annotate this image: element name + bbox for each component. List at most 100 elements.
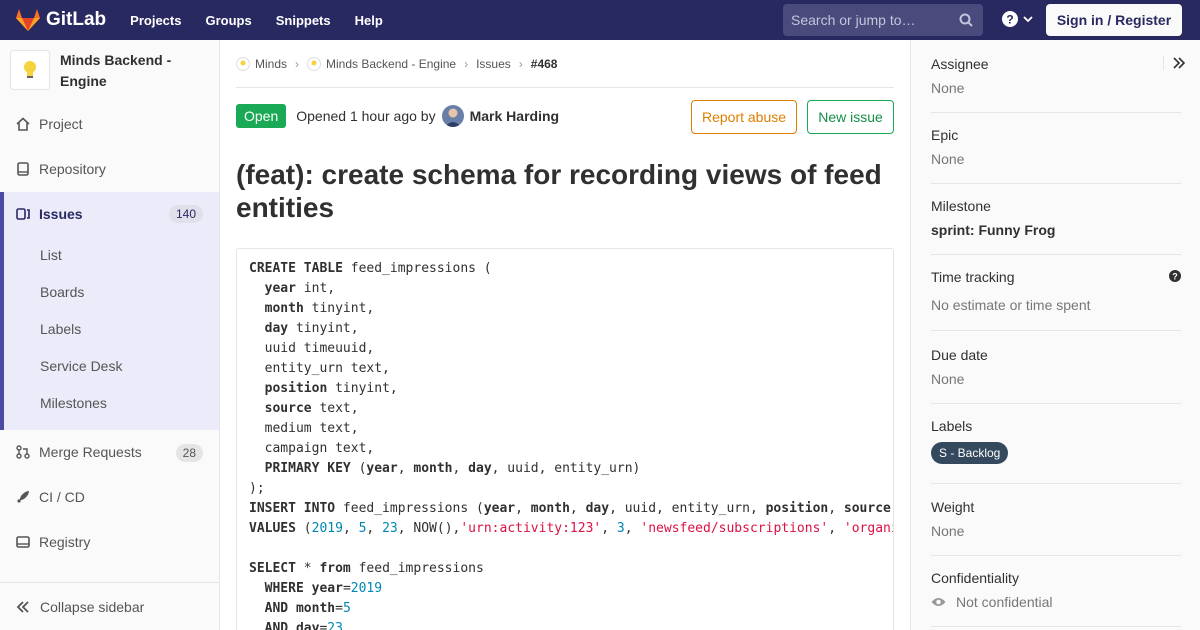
due-date-title: Due date <box>931 347 988 363</box>
status-badge: Open <box>236 104 287 128</box>
svg-text:?: ? <box>1006 13 1013 27</box>
sidebar-subitem-list[interactable]: List <box>40 247 62 263</box>
divider <box>931 183 1181 184</box>
sidebar-item-registry[interactable]: Registry <box>0 522 219 562</box>
sidebar-subitem-boards[interactable]: Boards <box>40 284 84 300</box>
lightbulb-icon <box>24 61 36 78</box>
sidebar-item-label: CI / CD <box>39 489 85 505</box>
question-icon: ? <box>1002 11 1018 27</box>
nav-groups[interactable]: Groups <box>205 13 251 28</box>
issues-count-badge: 140 <box>168 205 203 223</box>
confidentiality-row: Not confidential <box>931 594 1181 610</box>
divider <box>931 403 1181 404</box>
assignee-block: Assignee None <box>931 56 1181 96</box>
divider <box>931 626 1181 627</box>
sidebar-item-label: Registry <box>39 534 91 550</box>
epic-title: Epic <box>931 127 959 143</box>
breadcrumb-minds[interactable]: Minds <box>255 57 287 71</box>
weight-value: None <box>931 523 965 539</box>
book-icon <box>16 162 30 176</box>
chevron-right-icon: › <box>518 57 523 71</box>
sidebar-item-project[interactable]: Project <box>0 104 219 144</box>
breadcrumb-project[interactable]: Minds Backend - Engine <box>326 57 456 71</box>
project-name: Minds Backend - Engine <box>60 52 172 89</box>
collapse-label: Collapse sidebar <box>40 598 145 615</box>
avatar[interactable] <box>441 105 464 127</box>
labels-title: Labels <box>931 418 973 434</box>
home-icon <box>16 117 30 131</box>
sidebar-item-issues[interactable]: Issues 140 <box>4 192 219 236</box>
confidentiality-value: Not confidential <box>956 594 1053 610</box>
sidebar-item-label: Merge Requests <box>39 444 142 460</box>
nav-projects[interactable]: Projects <box>130 13 181 28</box>
breadcrumb-issue-number[interactable]: #468 <box>531 57 558 71</box>
rocket-icon <box>16 490 30 504</box>
milestone-value[interactable]: sprint: Funny Frog <box>931 222 1181 238</box>
opened-text: Opened 1 hour ago by <box>296 108 436 124</box>
collapse-sidebar-button[interactable]: Collapse sidebar <box>0 582 219 630</box>
eye-icon <box>931 598 946 606</box>
weight-title: Weight <box>931 499 975 515</box>
issue-status-row: Open Opened 1 hour ago by Mark Harding R… <box>236 100 894 134</box>
sidebar-item-repository[interactable]: Repository <box>0 149 219 189</box>
sidebar-subitem-service-desk[interactable]: Service Desk <box>40 358 122 374</box>
nav-help[interactable]: Help <box>355 13 383 28</box>
sidebar-item-label: Issues <box>39 206 83 222</box>
divider <box>931 555 1181 556</box>
issues-icon <box>16 207 30 221</box>
search-input[interactable]: Search or jump to… <box>783 4 983 36</box>
divider <box>931 112 1181 113</box>
nav-links: Projects Groups Snippets Help <box>130 13 407 28</box>
due-date-block: Due date None <box>931 347 1181 387</box>
top-navbar: GitLab Projects Groups Snippets Help Sea… <box>0 0 1200 40</box>
epic-value: None <box>931 151 965 167</box>
disk-icon <box>16 535 30 549</box>
main-content: Minds › Minds Backend - Engine › Issues … <box>236 40 894 630</box>
sidebar-item-merge-requests[interactable]: Merge Requests 28 <box>0 432 219 472</box>
labels-block: Labels S - Backlog <box>931 418 1181 464</box>
nav-snippets[interactable]: Snippets <box>276 13 331 28</box>
chevron-right-icon: › <box>464 57 469 71</box>
milestone-title: Milestone <box>931 198 991 214</box>
time-tracking-title: Time tracking <box>931 269 1015 285</box>
divider <box>931 330 1181 331</box>
confidentiality-title: Confidentiality <box>931 570 1019 586</box>
minds-avatar-icon <box>236 57 250 71</box>
breadcrumb-issues[interactable]: Issues <box>476 57 511 71</box>
sidebar-item-cicd[interactable]: CI / CD <box>0 477 219 517</box>
label-badge[interactable]: S - Backlog <box>931 442 1009 464</box>
divider <box>931 483 1181 484</box>
merge-request-icon <box>16 445 30 459</box>
search-icon <box>959 13 973 27</box>
new-issue-button[interactable]: New issue <box>807 100 894 134</box>
sign-in-button[interactable]: Sign in / Register <box>1046 4 1182 36</box>
sidebar-item-label: Repository <box>39 161 106 177</box>
author-link[interactable]: Mark Harding <box>470 108 559 124</box>
chevron-right-icon: › <box>295 57 300 71</box>
gitlab-logo[interactable]: GitLab <box>16 9 106 31</box>
sidebar-subitem-milestones[interactable]: Milestones <box>40 395 107 411</box>
right-sidebar: Assignee None Epic None Milestone sprint… <box>910 40 1200 630</box>
divider <box>236 87 894 88</box>
brand-name: GitLab <box>46 9 107 30</box>
issue-description-code: CREATE TABLE feed_impressions ( year int… <box>236 248 894 630</box>
assignee-value: None <box>931 80 965 96</box>
mr-count-badge: 28 <box>175 444 203 462</box>
divider <box>931 254 1181 255</box>
report-abuse-button[interactable]: Report abuse <box>691 100 797 134</box>
issues-section: Issues 140 List Boards Labels Service De… <box>0 192 219 430</box>
due-date-value: None <box>931 371 965 387</box>
question-icon[interactable]: ? <box>1169 270 1181 282</box>
confidentiality-block: Confidentiality Not confidential <box>931 570 1181 610</box>
gitlab-tanuki-icon <box>16 9 40 31</box>
project-avatar <box>10 50 50 90</box>
weight-block: Weight None <box>931 499 1181 539</box>
help-dropdown[interactable]: ? <box>1002 11 1033 27</box>
sidebar-item-label: Project <box>39 116 83 132</box>
time-tracking-value: No estimate or time spent <box>931 297 1091 313</box>
issue-title: (feat): create schema for recording view… <box>236 159 882 223</box>
project-avatar-icon <box>307 57 322 71</box>
svg-text:?: ? <box>1172 272 1178 282</box>
project-header[interactable]: Minds Backend - Engine <box>0 40 219 102</box>
sidebar-subitem-labels[interactable]: Labels <box>40 321 81 337</box>
